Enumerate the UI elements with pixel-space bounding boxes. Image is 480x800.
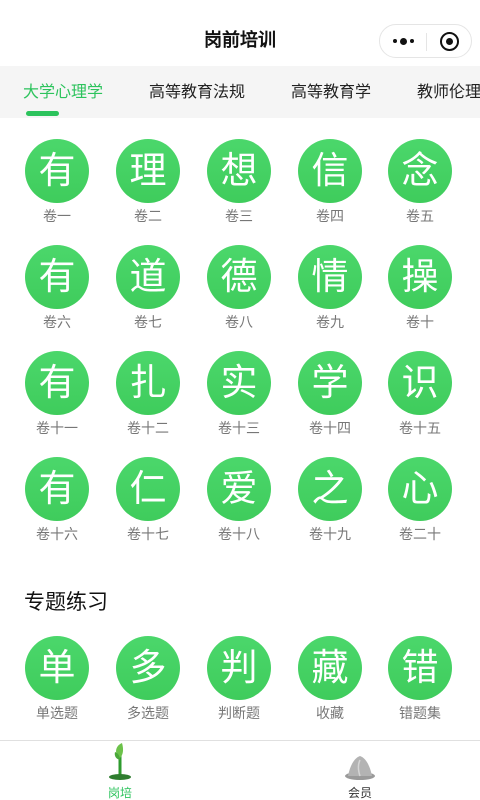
paper-badge: 操 xyxy=(388,245,452,309)
paper-label: 卷六 xyxy=(43,315,71,331)
paper-label: 卷十七 xyxy=(127,527,169,543)
topic-badge: 多 xyxy=(116,636,180,700)
paper-item[interactable]: 实 卷十三 xyxy=(194,351,284,438)
close-mini-program-icon[interactable] xyxy=(440,32,459,51)
active-tab-indicator xyxy=(26,111,59,116)
topic-multiple-choice[interactable]: 多 多选题 xyxy=(103,636,193,723)
paper-label: 卷十一 xyxy=(36,421,78,437)
bottom-tab-label: 会员 xyxy=(347,786,372,800)
topic-badge: 藏 xyxy=(298,636,362,700)
paper-label: 卷七 xyxy=(134,315,162,331)
paper-item[interactable]: 爱 卷十八 xyxy=(194,457,284,544)
paper-label: 卷八 xyxy=(225,315,253,331)
more-dot-icon xyxy=(392,39,397,43)
paper-badge: 理 xyxy=(116,139,180,203)
paper-item[interactable]: 有 卷十六 xyxy=(12,457,102,544)
paper-label: 卷九 xyxy=(316,315,344,331)
paper-item[interactable]: 念 卷五 xyxy=(375,139,465,226)
paper-item[interactable]: 德 卷八 xyxy=(194,245,284,332)
paper-item[interactable]: 识 卷十五 xyxy=(375,351,465,438)
paper-badge: 德 xyxy=(207,245,271,309)
tab-teacher-ethics[interactable]: 教师伦理 xyxy=(417,66,480,118)
topic-label: 错题集 xyxy=(399,706,441,722)
paper-item[interactable]: 有 卷十一 xyxy=(12,351,102,438)
mini-program-capsule xyxy=(379,24,472,58)
paper-badge: 想 xyxy=(207,139,271,203)
bottom-tab-member[interactable]: 会员 xyxy=(310,741,410,800)
paper-label: 卷二十 xyxy=(399,527,441,543)
paper-badge: 有 xyxy=(25,457,89,521)
more-dot-icon xyxy=(399,37,407,45)
topic-badge: 错 xyxy=(388,636,452,700)
paper-label: 卷十三 xyxy=(218,421,260,437)
tab-education-law[interactable]: 高等教育法规 xyxy=(149,66,245,118)
paper-badge: 信 xyxy=(298,139,362,203)
topic-badge: 判 xyxy=(207,636,271,700)
paper-badge: 有 xyxy=(25,139,89,203)
topic-label: 多选题 xyxy=(127,706,169,722)
paper-item[interactable]: 有 卷六 xyxy=(12,245,102,332)
subject-tabs: 大学心理学 高等教育法规 高等教育学 教师伦理 xyxy=(0,66,480,118)
paper-item[interactable]: 有 卷一 xyxy=(12,139,102,226)
topic-single-choice[interactable]: 单 单选题 xyxy=(12,636,102,723)
paper-item[interactable]: 心 卷二十 xyxy=(375,457,465,544)
paper-badge: 念 xyxy=(388,139,452,203)
paper-badge: 之 xyxy=(298,457,362,521)
paper-item[interactable]: 学 卷十四 xyxy=(285,351,375,438)
sprout-icon xyxy=(109,743,131,780)
paper-item[interactable]: 情 卷九 xyxy=(285,245,375,332)
more-options-button[interactable] xyxy=(380,25,426,57)
paper-label: 卷十六 xyxy=(36,527,78,543)
member-avatar-icon xyxy=(345,756,375,780)
bottom-tab-bar: 岗培 会员 xyxy=(0,740,480,800)
paper-label: 卷十九 xyxy=(309,527,351,543)
navigation-bar: 岗前培训 xyxy=(0,0,480,66)
paper-badge: 道 xyxy=(116,245,180,309)
paper-label: 卷十五 xyxy=(399,421,441,437)
topic-label: 判断题 xyxy=(218,706,260,722)
paper-label: 卷十四 xyxy=(309,421,351,437)
paper-label: 卷三 xyxy=(225,209,253,225)
paper-label: 卷十 xyxy=(406,315,434,331)
paper-badge: 学 xyxy=(298,351,362,415)
paper-item[interactable]: 道 卷七 xyxy=(103,245,193,332)
topic-wrong-answers[interactable]: 错 错题集 xyxy=(375,636,465,723)
bottom-tab-training[interactable]: 岗培 xyxy=(70,741,170,800)
topic-true-false[interactable]: 判 判断题 xyxy=(194,636,284,723)
bottom-tab-label: 岗培 xyxy=(107,786,132,800)
paper-label: 卷四 xyxy=(316,209,344,225)
paper-item[interactable]: 理 卷二 xyxy=(103,139,193,226)
paper-item[interactable]: 信 卷四 xyxy=(285,139,375,226)
paper-badge: 有 xyxy=(25,351,89,415)
paper-label: 卷一 xyxy=(43,209,71,225)
topic-badge: 单 xyxy=(25,636,89,700)
paper-label: 卷十八 xyxy=(218,527,260,543)
paper-label: 卷二 xyxy=(134,209,162,225)
paper-item[interactable]: 想 卷三 xyxy=(194,139,284,226)
paper-badge: 情 xyxy=(298,245,362,309)
topic-label: 收藏 xyxy=(316,706,344,722)
paper-item[interactable]: 扎 卷十二 xyxy=(103,351,193,438)
topic-favorites[interactable]: 藏 收藏 xyxy=(285,636,375,723)
paper-badge: 实 xyxy=(207,351,271,415)
paper-label: 卷十二 xyxy=(127,421,169,437)
capsule-divider xyxy=(426,33,427,51)
topic-practice-heading: 专题练习 xyxy=(24,590,108,614)
paper-item[interactable]: 操 卷十 xyxy=(375,245,465,332)
more-dot-icon xyxy=(409,39,414,43)
paper-badge: 仁 xyxy=(116,457,180,521)
paper-badge: 爱 xyxy=(207,457,271,521)
tab-higher-education[interactable]: 高等教育学 xyxy=(291,66,371,118)
paper-item[interactable]: 仁 卷十七 xyxy=(103,457,193,544)
paper-item[interactable]: 之 卷十九 xyxy=(285,457,375,544)
paper-badge: 心 xyxy=(388,457,452,521)
paper-badge: 有 xyxy=(25,245,89,309)
paper-label: 卷五 xyxy=(406,209,434,225)
paper-badge: 识 xyxy=(388,351,452,415)
topic-label: 单选题 xyxy=(36,706,78,722)
paper-badge: 扎 xyxy=(116,351,180,415)
